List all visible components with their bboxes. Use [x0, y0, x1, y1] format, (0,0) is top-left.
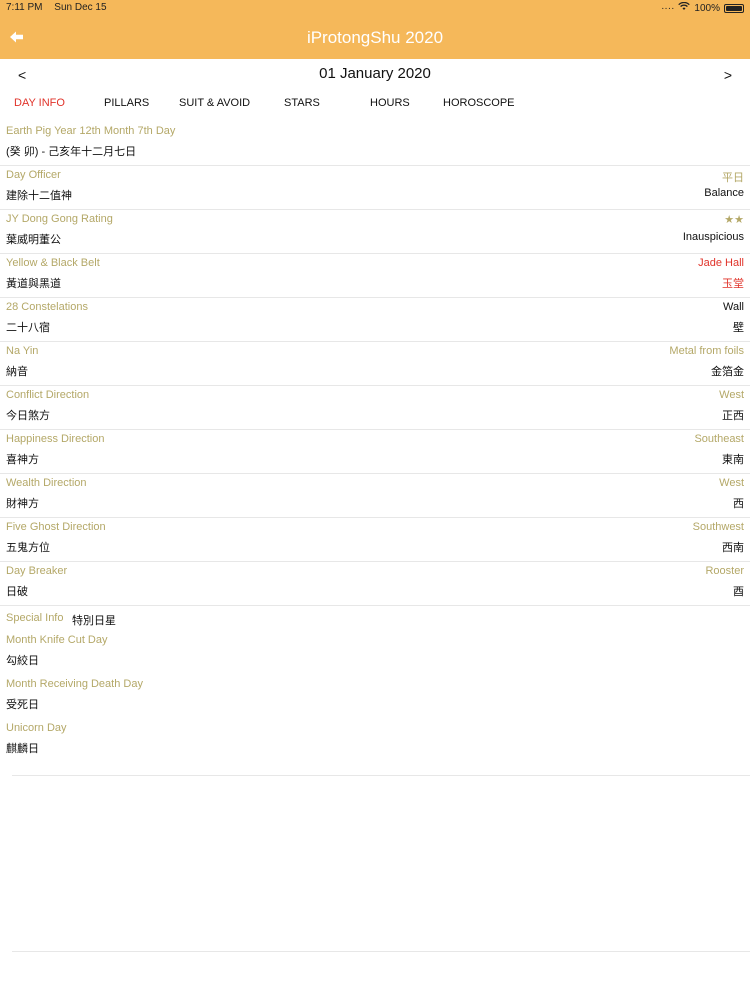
- date-bar: < 01 January 2020 >: [0, 63, 750, 87]
- list-item-lunar-date: Earth Pig Year 12th Month 7th Day (癸 卯) …: [0, 122, 750, 166]
- row-value-secondary: 玉堂: [722, 278, 744, 290]
- row-label-cn: 葉威明董公: [6, 234, 61, 246]
- list-item-happiness-direction: Happiness Direction 喜神方 Southeast 東南: [0, 430, 750, 474]
- row-value-secondary: 東南: [722, 454, 744, 466]
- row-value: Wall: [723, 301, 744, 313]
- list-item-constellations: 28 Constelations 二十八宿 Wall 壁: [0, 298, 750, 342]
- row-value: West: [719, 389, 744, 401]
- tab-day-info[interactable]: DAY INFO: [14, 97, 65, 109]
- special-item-label-cn: 受死日: [6, 699, 39, 711]
- list-item-na-yin: Na Yin 納音 Metal from foils 金箔金: [0, 342, 750, 386]
- row-value-secondary: 酉: [733, 586, 744, 598]
- star-rating: ★★: [724, 214, 744, 226]
- row-value: West: [719, 477, 744, 489]
- row-value: Jade Hall: [698, 257, 744, 269]
- list-item-dong-gong-rating: JY Dong Gong Rating 葉威明董公 ★★ Inauspiciou…: [0, 210, 750, 254]
- row-label: Five Ghost Direction: [6, 521, 106, 533]
- status-date: Sun Dec 15: [54, 2, 107, 13]
- row-label-cn: 納音: [6, 366, 28, 378]
- row-label-cn: 財神方: [6, 498, 39, 510]
- row-label: Earth Pig Year 12th Month 7th Day: [6, 125, 176, 137]
- special-item-label-cn: 勾絞日: [6, 655, 39, 667]
- row-value-secondary: 西: [733, 498, 744, 510]
- tab-stars[interactable]: STARS: [284, 97, 320, 109]
- row-value-secondary: Inauspicious: [682, 231, 744, 243]
- current-date: 01 January 2020: [319, 65, 431, 82]
- row-label: Happiness Direction: [6, 433, 105, 445]
- status-right: ···· 100%: [661, 1, 744, 14]
- row-label-cn: 日破: [6, 586, 28, 598]
- row-label: 28 Constelations: [6, 301, 88, 313]
- row-value: Rooster: [705, 565, 744, 577]
- special-item-unicorn-day: Unicorn Day 麒麟日: [0, 722, 750, 766]
- row-label: Wealth Direction: [6, 477, 87, 489]
- list-item-day-officer: Day Officer 建除十二值神 平日 Balance: [0, 166, 750, 210]
- list-item-day-breaker: Day Breaker 日破 Rooster 酉: [0, 562, 750, 606]
- special-info-value: 特別日星: [72, 615, 116, 627]
- list-item-five-ghost-direction: Five Ghost Direction 五鬼方位 Southwest 西南: [0, 518, 750, 562]
- battery-icon: [724, 3, 744, 13]
- row-label-cn: 黃道與黑道: [6, 278, 61, 290]
- row-label: Na Yin: [6, 345, 39, 357]
- special-item-label: Month Knife Cut Day: [6, 634, 108, 646]
- row-label: Day Officer: [6, 169, 61, 181]
- tab-bar: DAY INFO PILLARS SUIT & AVOID STARS HOUR…: [0, 95, 750, 113]
- row-value: Metal from foils: [669, 345, 744, 357]
- tab-suit-avoid[interactable]: SUIT & AVOID: [179, 97, 250, 109]
- special-item-label-cn: 麒麟日: [6, 743, 39, 755]
- row-label-cn: 今日煞方: [6, 410, 50, 422]
- tab-hours[interactable]: HOURS: [370, 97, 410, 109]
- row-label-cn: (癸 卯) - 己亥年十二月七日: [6, 146, 137, 158]
- tab-pillars[interactable]: PILLARS: [104, 97, 149, 109]
- wifi-icon: [678, 1, 691, 14]
- row-value-secondary: 正西: [722, 410, 744, 422]
- row-label: JY Dong Gong Rating: [6, 213, 113, 225]
- row-label-cn: 五鬼方位: [6, 542, 50, 554]
- row-label: Day Breaker: [6, 565, 68, 577]
- row-value: Southeast: [694, 433, 744, 445]
- row-label: Yellow & Black Belt: [6, 257, 100, 269]
- divider: [12, 951, 750, 952]
- row-label: Conflict Direction: [6, 389, 90, 401]
- list-item-conflict-direction: Conflict Direction 今日煞方 West 正西: [0, 386, 750, 430]
- row-value: Southwest: [692, 521, 744, 533]
- row-value-secondary: 金箔金: [711, 366, 744, 378]
- row-label-cn: 建除十二值神: [6, 190, 72, 202]
- day-info-list: Earth Pig Year 12th Month 7th Day (癸 卯) …: [0, 122, 750, 766]
- tab-horoscope[interactable]: HOROSCOPE: [443, 97, 515, 109]
- row-value: 平日: [722, 172, 744, 184]
- special-item-month-receiving-death: Month Receiving Death Day 受死日: [0, 678, 750, 722]
- row-value-secondary: 西南: [722, 542, 744, 554]
- list-item-yellow-black-belt: Yellow & Black Belt 黃道與黑道 Jade Hall 玉堂: [0, 254, 750, 298]
- special-info-header: Special Info 特別日星: [0, 606, 750, 634]
- divider: [12, 775, 750, 776]
- special-item-label: Month Receiving Death Day: [6, 678, 143, 690]
- row-value-secondary: Balance: [704, 187, 744, 199]
- row-label-cn: 喜神方: [6, 454, 39, 466]
- status-time: 7:11 PM: [6, 2, 43, 13]
- next-day-button[interactable]: >: [724, 67, 732, 83]
- app-title: iProtongShu 2020: [306, 28, 444, 47]
- status-bar: 7:11 PM Sun Dec 15 ···· 100%: [0, 0, 750, 16]
- special-info-label: Special Info: [6, 612, 64, 624]
- signal-dots-icon: ····: [661, 2, 675, 14]
- row-label-cn: 二十八宿: [6, 322, 50, 334]
- special-item-month-knife-cut: Month Knife Cut Day 勾絞日: [0, 634, 750, 678]
- status-left: 7:11 PM Sun Dec 15: [6, 2, 116, 13]
- battery-percent: 100%: [694, 2, 720, 14]
- list-item-wealth-direction: Wealth Direction 財神方 West 西: [0, 474, 750, 518]
- special-item-label: Unicorn Day: [6, 722, 67, 734]
- row-value-secondary: 壁: [733, 322, 744, 334]
- nav-bar: iProtongShu 2020: [0, 16, 750, 59]
